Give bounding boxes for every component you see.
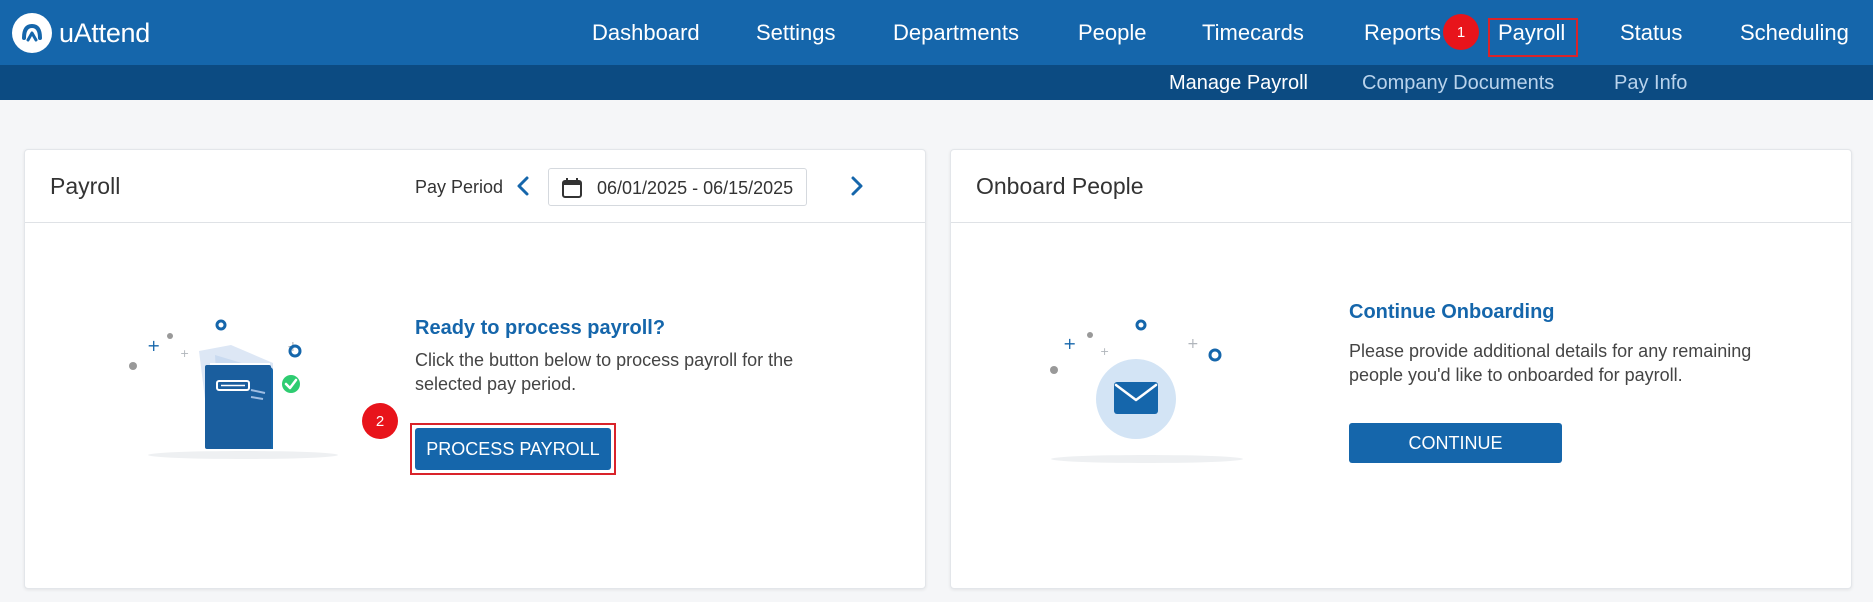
onboard-card-title: Onboard People — [976, 173, 1144, 199]
svg-text:+: + — [180, 347, 189, 360]
payroll-description-line-2: selected pay period. — [415, 374, 577, 394]
svg-text:+: + — [1100, 345, 1109, 358]
payroll-card-title: Payroll — [50, 173, 121, 199]
chevron-right-icon[interactable] — [844, 174, 868, 198]
nav-item-timecards[interactable]: Timecards — [1202, 20, 1304, 46]
onboard-description-line-1: Please provide additional details for an… — [1349, 341, 1752, 361]
nav-item-settings[interactable]: Settings — [756, 20, 836, 46]
payroll-card: Payroll Pay Period 06/01/2025 - 06/15/20… — [24, 149, 926, 589]
nav-item-people[interactable]: People — [1078, 20, 1147, 46]
nav-item-payroll[interactable]: Payroll — [1498, 20, 1565, 46]
annotation-badge-1: 1 — [1443, 14, 1479, 50]
svg-text:+: + — [1187, 336, 1199, 352]
onboard-people-card: Onboard People + + + Continue Onboarding… — [950, 149, 1852, 589]
pay-period-date-picker[interactable]: 06/01/2025 - 06/15/2025 — [548, 168, 807, 206]
subnav-item-manage-payroll[interactable]: Manage Payroll — [1169, 72, 1308, 95]
payroll-document-illustration: + + + — [129, 319, 338, 459]
payroll-description-line-1: Click the button below to process payrol… — [415, 350, 794, 370]
process-payroll-button[interactable]: PROCESS PAYROLL — [415, 428, 611, 470]
pay-period-date-range: 06/01/2025 - 06/15/2025 — [597, 178, 794, 198]
sub-navigation-bar — [0, 65, 1873, 100]
nav-item-departments[interactable]: Departments — [893, 20, 1019, 46]
nav-item-reports[interactable]: Reports — [1364, 20, 1441, 46]
pay-period-label: Pay Period — [415, 177, 504, 197]
nav-item-status[interactable]: Status — [1620, 20, 1682, 46]
onboard-card-header: Onboard People — [951, 150, 1851, 223]
brand-name: uAttend — [59, 17, 150, 48]
envelope-illustration: + + + — [1050, 319, 1243, 463]
nav-item-scheduling[interactable]: Scheduling — [1740, 20, 1849, 46]
onboard-description-line-2: people you'd like to onboarded for payro… — [1349, 365, 1683, 385]
subnav-item-pay-info[interactable]: Pay Info — [1614, 72, 1687, 95]
continue-button[interactable]: CONTINUE — [1349, 423, 1562, 463]
svg-text:+: + — [147, 336, 160, 355]
payroll-card-header: Payroll Pay Period 06/01/2025 - 06/15/20… — [25, 150, 925, 223]
subnav-item-company-documents[interactable]: Company Documents — [1362, 72, 1554, 95]
svg-text:+: + — [1063, 334, 1076, 353]
annotation-badge-2: 2 — [362, 403, 398, 439]
payroll-heading: Ready to process payroll? — [415, 317, 666, 339]
nav-item-dashboard[interactable]: Dashboard — [592, 20, 700, 46]
onboard-heading: Continue Onboarding — [1349, 301, 1555, 323]
uattend-logo-icon — [12, 13, 52, 53]
chevron-left-icon[interactable] — [512, 174, 536, 198]
brand-logo[interactable]: uAttend — [12, 13, 150, 53]
calendar-icon — [562, 178, 582, 198]
